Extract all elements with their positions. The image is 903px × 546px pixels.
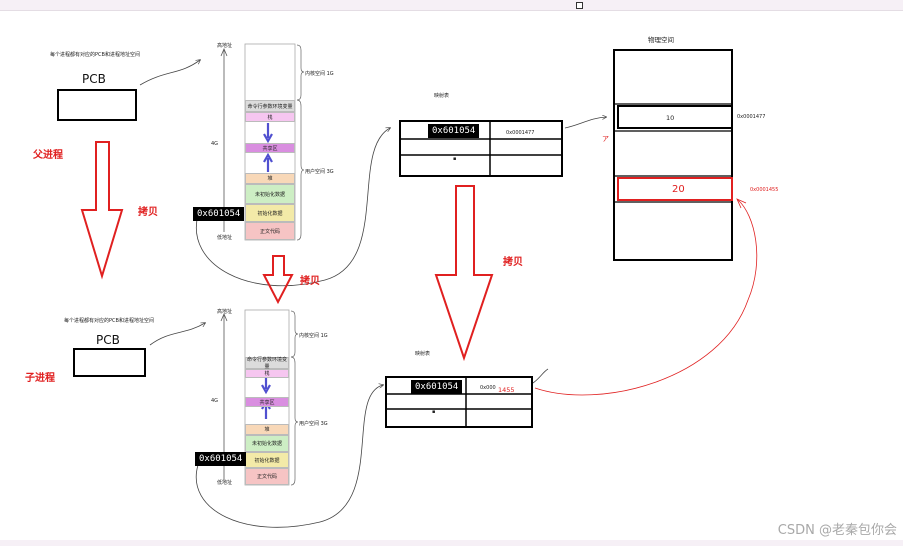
child-seg-args: 命令行参数环境变量	[245, 357, 289, 370]
child-kernel-brace	[290, 310, 299, 358]
parent-map-dot: ▪	[453, 156, 457, 162]
child-high-addr: 高地址	[217, 309, 233, 315]
phys-addr-1455: 0x0001455	[750, 187, 779, 193]
parent-pcb-curve	[139, 60, 200, 86]
child-user-label: 用户空间 3G	[299, 421, 328, 427]
parent-user-label: 用户空间 3G	[305, 169, 334, 175]
child-seg-text: 正文代码	[245, 468, 289, 485]
red-copy-arrow-mid	[262, 255, 294, 305]
child-seg-shared: 共享区	[245, 397, 289, 407]
phys-value-20: 20	[672, 184, 685, 195]
child-map-short-line	[532, 368, 549, 384]
red-copy-arrow-right	[434, 185, 494, 362]
parent-low-addr: 低地址	[217, 235, 233, 241]
parent-pcb-label: PCB	[82, 72, 106, 86]
child-map-title: 映射表	[415, 351, 431, 357]
physical-space-box	[613, 49, 733, 261]
red-copy-arrow-left	[80, 141, 124, 280]
child-low-addr: 低地址	[217, 480, 233, 486]
child-user-brace	[290, 356, 299, 486]
parent-seg-text: 正文代码	[245, 222, 295, 240]
child-note: 每个进程都有对应的PCB和进程地址空间	[64, 318, 154, 324]
parent-pcb-box	[57, 89, 137, 121]
parent-size: 4G	[211, 141, 219, 147]
child-seg-heap: 堆	[245, 424, 289, 435]
parent-note: 每个进程都有对应的PCB和进程地址空间	[50, 52, 140, 58]
parent-high-addr: 高地址	[217, 43, 233, 49]
child-seg-stack: 栈	[245, 369, 289, 378]
diagram-canvas: ア	[57, 43, 758, 528]
parent-seg-args: 命令行参数环境变量	[245, 100, 295, 112]
child-pcb-curve	[149, 323, 205, 346]
child-seg-bss: 未初始化数据	[245, 435, 289, 452]
parent-seg-bss: 未初始化数据	[245, 184, 295, 204]
child-kernel-label: 内核空间 1G	[299, 333, 328, 339]
child-map-phys: 0x000	[480, 385, 496, 391]
watermark: CSDN @老秦包你会	[777, 523, 897, 538]
parent-seg-shared: 共享区	[245, 143, 295, 153]
child-map-virt: 0x601054	[411, 380, 463, 394]
parent-map-table	[399, 120, 563, 177]
parent-seg-heap: 堆	[245, 173, 295, 184]
window-bottom-bar	[0, 540, 903, 546]
phys-addr-1477: 0x0001477	[737, 114, 766, 120]
parent-map-title: 映射表	[434, 93, 450, 99]
phys-value-10: 10	[666, 114, 675, 122]
child-map-dot: ▪	[432, 409, 436, 415]
copy-label-mid: 拷贝	[300, 276, 320, 287]
copy-label-left: 拷贝	[138, 207, 158, 218]
child-pcb-box	[73, 348, 146, 377]
parent-seg-stack: 栈	[245, 112, 295, 122]
parent-process-label: 父进程	[33, 150, 63, 161]
parent-map-virt: 0x601054	[428, 124, 480, 138]
copy-label-right: 拷贝	[503, 257, 523, 268]
child-seg-data: 初始化数据	[245, 452, 289, 468]
parent-address-box: 0x601054	[193, 207, 245, 221]
child-map-phys-new: 1455	[498, 386, 515, 394]
child-pcb-label: PCB	[96, 333, 120, 347]
child-size: 4G	[211, 398, 219, 404]
parent-kernel-label: 内核空间 1G	[305, 71, 334, 77]
parent-kernel-brace	[296, 44, 305, 101]
parent-map-phys: 0x0001477	[506, 130, 535, 136]
parent-seg-data: 初始化数据	[245, 204, 295, 222]
child-address-box: 0x601054	[195, 452, 247, 466]
parent-user-brace	[296, 99, 305, 241]
physical-title: 物理空间	[648, 36, 674, 44]
child-process-label: 子进程	[25, 373, 55, 384]
parent-map-to-phys-line	[564, 117, 606, 129]
red-mark: ア	[602, 135, 609, 143]
